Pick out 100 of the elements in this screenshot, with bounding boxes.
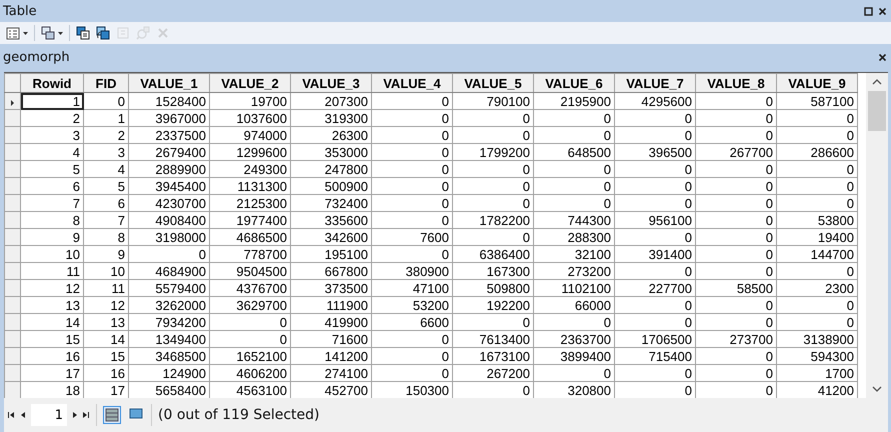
table-cell: 10 (20, 246, 84, 262)
page-field[interactable]: 1 (31, 404, 67, 426)
table-cell: 7934200 (128, 314, 210, 330)
table-cell: 4295600 (614, 92, 696, 110)
table-cell: 286600 (776, 144, 858, 160)
table-cell: 0 (452, 194, 534, 212)
table-cell: 380900 (372, 262, 452, 280)
row-selector[interactable] (4, 92, 20, 110)
table-cell: 0 (614, 126, 696, 144)
window-title: Table (3, 4, 37, 18)
table-cell: 9 (84, 246, 128, 262)
table-cell: 0 (696, 92, 776, 110)
column-header[interactable]: VALUE_7 (614, 74, 696, 92)
column-header[interactable]: VALUE_1 (128, 74, 210, 92)
last-page-icon[interactable] (83, 412, 90, 418)
dropdown-button[interactable] (39, 24, 65, 42)
table-cell: 0 (696, 228, 776, 246)
table-cell: 2679400 (128, 144, 210, 160)
table-cell: 141200 (290, 348, 372, 364)
toolbar-button[interactable] (74, 24, 92, 42)
table-cell: 7600 (372, 228, 452, 246)
table-cell: 6600 (372, 314, 452, 330)
scroll-down-icon[interactable] (872, 386, 882, 392)
table-cell: 2363700 (534, 330, 614, 348)
previous-page-icon[interactable] (21, 412, 25, 418)
table-cell: 3138900 (776, 330, 858, 348)
table-cell: 744300 (534, 212, 614, 228)
table-cell: 1528400 (128, 92, 210, 110)
show-all-records-icon (105, 408, 119, 422)
column-header[interactable]: VALUE_8 (696, 74, 776, 92)
table-cell: 247800 (290, 160, 372, 178)
column-header[interactable]: VALUE_2 (210, 74, 290, 92)
table-cell: 1349400 (128, 330, 210, 348)
table-cell: 0 (372, 364, 452, 382)
table-cell: 6386400 (452, 246, 534, 262)
table-cell: 195100 (290, 246, 372, 262)
column-header[interactable]: VALUE_4 (372, 74, 452, 92)
table-cell: 0 (372, 144, 452, 160)
scrollbar[interactable] (866, 73, 888, 398)
table-cell: 1977400 (210, 212, 290, 228)
column-header[interactable]: VALUE_3 (290, 74, 372, 92)
table-cell: 14 (84, 330, 128, 348)
table-cell: 0 (696, 296, 776, 314)
table-cell: 0 (534, 194, 614, 212)
column-header[interactable]: VALUE_6 (534, 74, 614, 92)
table-cell: 1037600 (210, 110, 290, 126)
table-cell: 0 (372, 194, 452, 212)
column-header[interactable]: Rowid (20, 74, 84, 92)
table-cell: 0 (452, 110, 534, 126)
table-cell: 0 (614, 314, 696, 330)
table-cell: 2195900 (534, 92, 614, 110)
table-cell: 778700 (210, 246, 290, 262)
table-cell: 956100 (614, 212, 696, 228)
close-icon[interactable] (878, 52, 887, 62)
table-cell: 0 (614, 160, 696, 178)
table-cell: 10 (84, 262, 128, 280)
current-row-icon (11, 100, 14, 106)
table-cell: 1673100 (452, 348, 534, 364)
table-cell: 0 (614, 296, 696, 314)
table-cell: 8 (20, 212, 84, 228)
table-cell: 0 (534, 110, 614, 126)
table-cell: 3468500 (128, 348, 210, 364)
restore-icon[interactable] (864, 6, 873, 16)
first-page-icon[interactable] (8, 412, 15, 418)
toolbar-button[interactable] (94, 24, 112, 42)
table-cell: 0 (210, 314, 290, 330)
table-cell: 0 (534, 314, 614, 330)
table-cell: 391400 (614, 246, 696, 262)
table-cell: 342600 (290, 228, 372, 246)
table-cell: 4686500 (210, 228, 290, 246)
table-cell: 0 (534, 178, 614, 194)
column-header[interactable]: VALUE_9 (776, 74, 858, 92)
table-cell: 2337500 (128, 126, 210, 144)
table-cell: 3 (20, 126, 84, 144)
table-cell: 267200 (452, 364, 534, 382)
table-cell: 0 (84, 92, 128, 110)
view-toggle-button[interactable] (103, 406, 121, 424)
table-cell: 16 (84, 364, 128, 382)
scroll-thumb[interactable] (868, 91, 886, 131)
table-cell: 0 (372, 126, 452, 144)
table-cell: 26300 (290, 126, 372, 144)
table-cell: 0 (696, 314, 776, 330)
table-cell: 192200 (452, 296, 534, 314)
column-header[interactable]: FID (84, 74, 128, 92)
next-page-icon[interactable] (73, 412, 77, 418)
close-icon[interactable] (878, 6, 887, 16)
table-cell: 288300 (534, 228, 614, 246)
scroll-up-icon[interactable] (872, 79, 882, 85)
table-cell: 1299600 (210, 144, 290, 160)
table-cell: 0 (534, 160, 614, 178)
column-header[interactable]: VALUE_5 (452, 74, 534, 92)
table-tab[interactable]: geomorph (3, 50, 70, 64)
table-cell: 71600 (290, 330, 372, 348)
table-cell: 1 (84, 110, 128, 126)
table-cell: 0 (614, 228, 696, 246)
table-cell: 6 (84, 194, 128, 212)
table-cell: 53800 (776, 212, 858, 228)
table-cell: 12 (84, 296, 128, 314)
table-cell: 2125300 (210, 194, 290, 212)
caret-icon (58, 32, 63, 34)
